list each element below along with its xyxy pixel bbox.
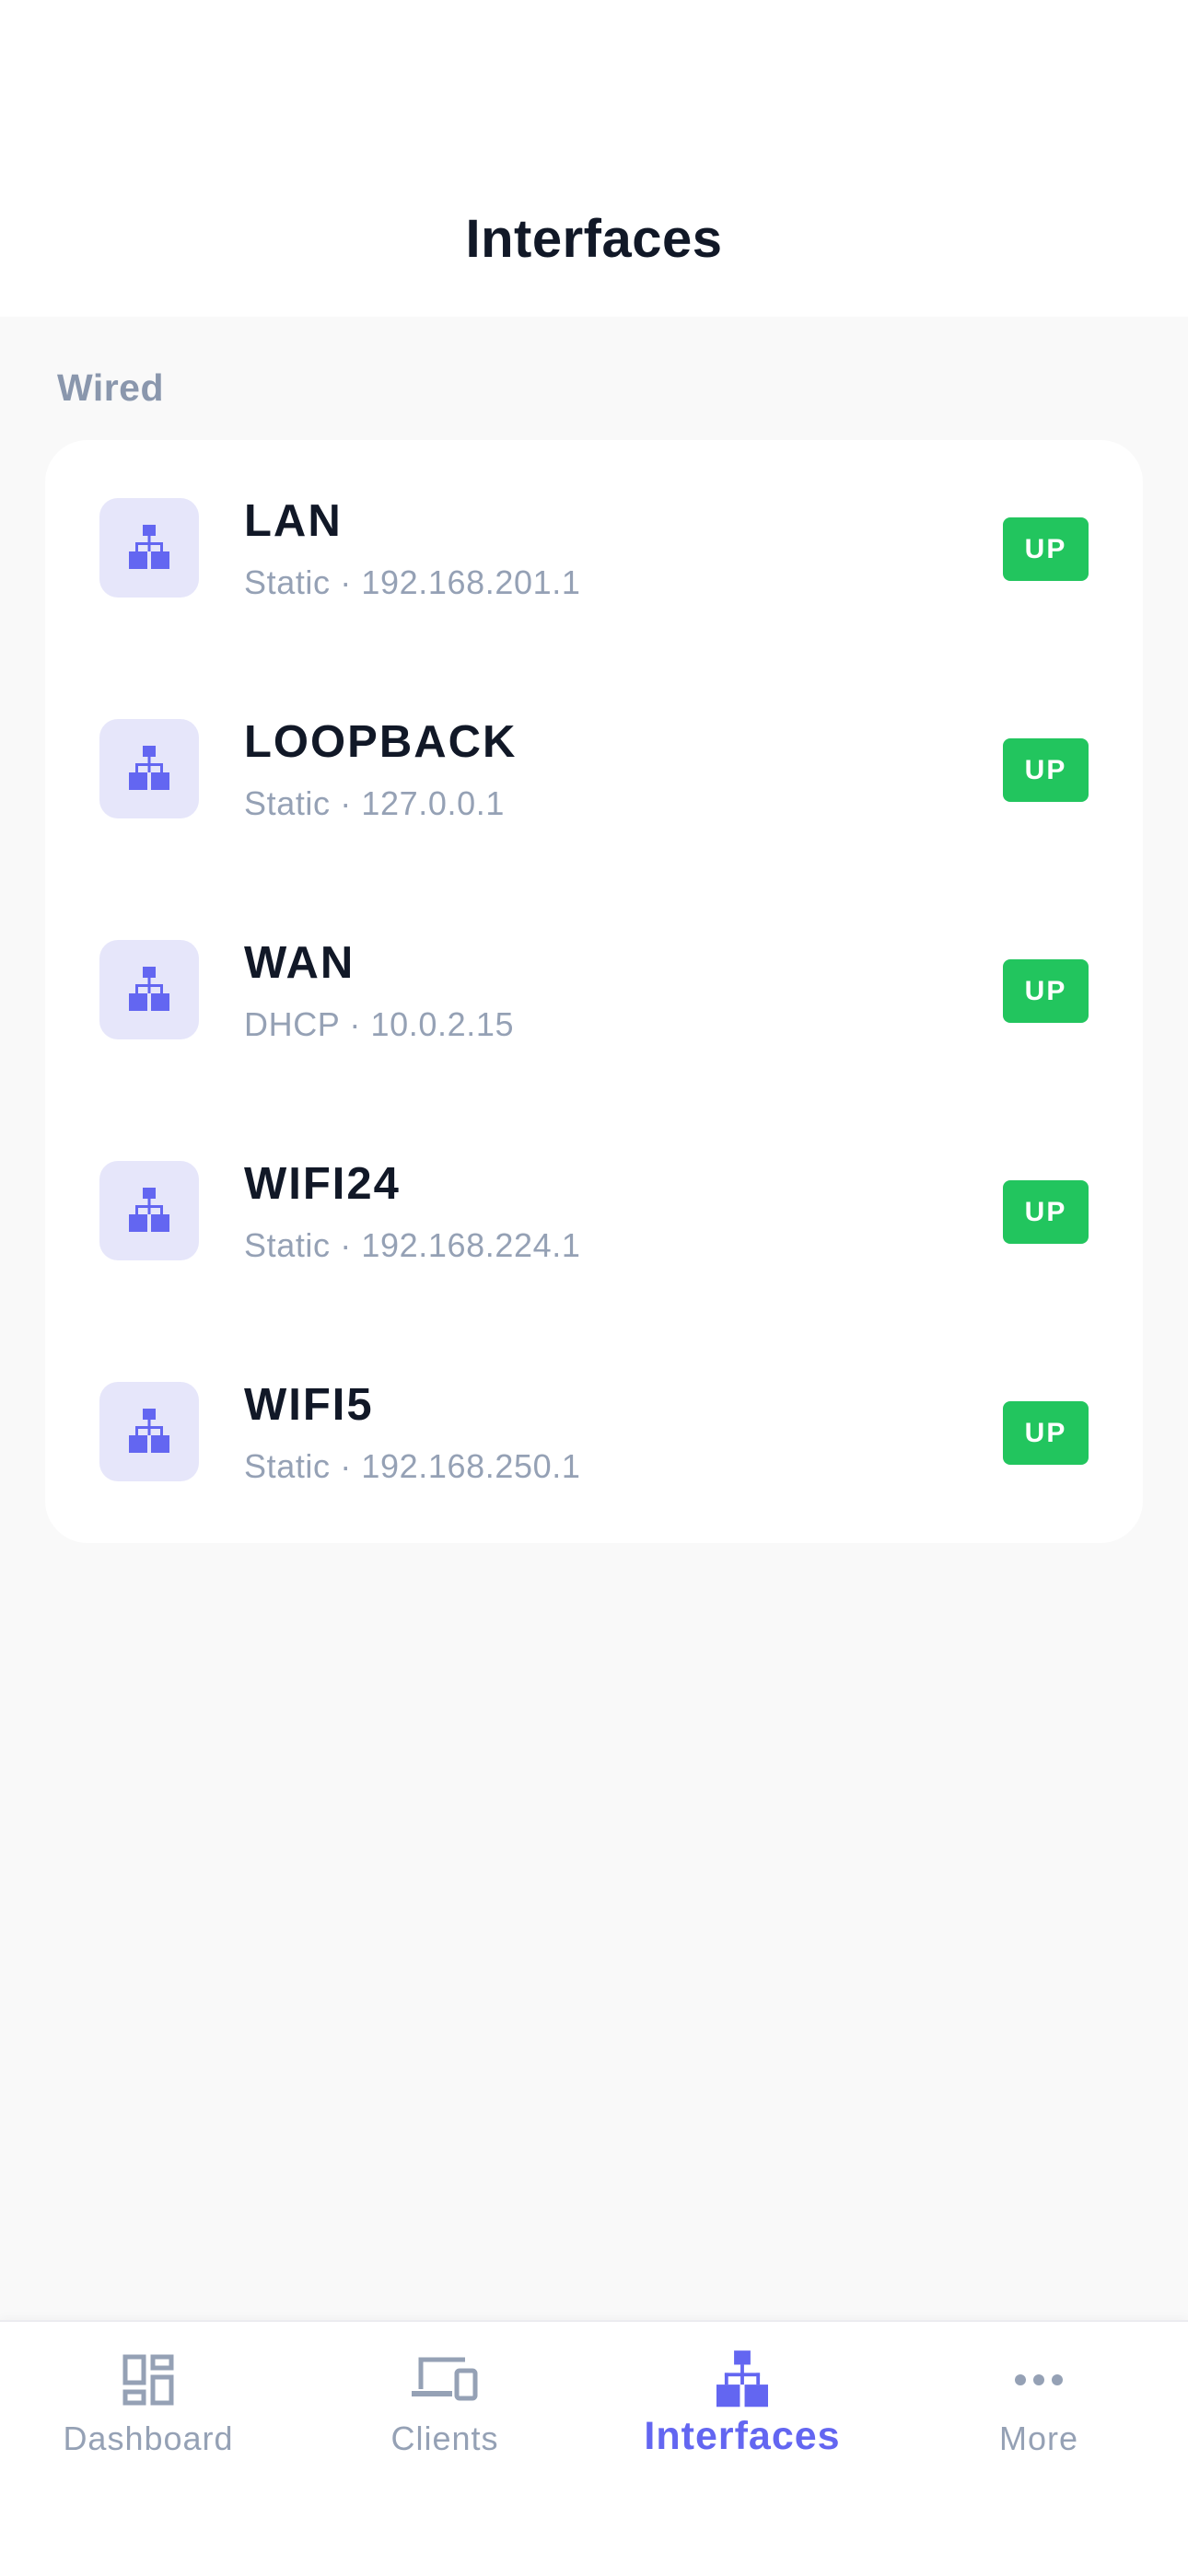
tab-bar: Dashboard Clients Interfaces More xyxy=(0,2320,1188,2576)
status-badge: UP xyxy=(1003,517,1089,581)
interface-name: WIFI24 xyxy=(244,1159,401,1209)
tab-interfaces[interactable]: Interfaces xyxy=(594,2322,891,2506)
interface-row-wan[interactable]: WAN DHCP · 10.0.2.15 UP xyxy=(45,882,1143,1103)
dashboard-icon xyxy=(0,2348,297,2412)
status-badge: UP xyxy=(1003,1180,1089,1244)
interface-detail: Static · 192.168.250.1 xyxy=(244,1447,581,1485)
tab-label: Clients xyxy=(390,2419,499,2457)
header: Interfaces xyxy=(0,0,1188,317)
interface-row-wifi5[interactable]: WIFI5 Static · 192.168.250.1 UP xyxy=(45,1324,1143,1545)
tab-label: Interfaces xyxy=(644,2414,841,2458)
interface-detail: DHCP · 10.0.2.15 xyxy=(244,1005,515,1043)
tab-more[interactable]: More xyxy=(891,2322,1187,2506)
devices-icon xyxy=(297,2348,593,2412)
interface-detail: Static · 192.168.201.1 xyxy=(244,563,581,601)
network-icon xyxy=(99,1161,199,1260)
interface-name: WIFI5 xyxy=(244,1380,374,1430)
network-icon xyxy=(99,498,199,598)
network-icon xyxy=(99,1382,199,1481)
interface-detail: Static · 192.168.224.1 xyxy=(244,1226,581,1264)
page-title: Interfaces xyxy=(465,209,723,269)
network-icon xyxy=(594,2348,891,2412)
status-badge: UP xyxy=(1003,1401,1089,1465)
section-title-wired: Wired xyxy=(57,366,165,409)
interface-row-wifi24[interactable]: WIFI24 Static · 192.168.224.1 UP xyxy=(45,1103,1143,1324)
interfaces-card: LAN Static · 192.168.201.1 UP LOOPBACK S… xyxy=(45,440,1143,1543)
interface-name: LOOPBACK xyxy=(244,717,518,767)
network-icon xyxy=(99,719,199,818)
interface-row-lan[interactable]: LAN Static · 192.168.201.1 UP xyxy=(45,440,1143,661)
status-badge: UP xyxy=(1003,959,1089,1023)
interface-name: WAN xyxy=(244,938,355,988)
status-badge: UP xyxy=(1003,738,1089,802)
more-icon xyxy=(891,2348,1187,2412)
tab-label: Dashboard xyxy=(63,2419,234,2457)
tab-clients[interactable]: Clients xyxy=(297,2322,593,2506)
network-icon xyxy=(99,940,199,1039)
tab-label: More xyxy=(998,2419,1079,2457)
interface-name: LAN xyxy=(244,496,343,546)
interface-row-loopback[interactable]: LOOPBACK Static · 127.0.0.1 UP xyxy=(45,661,1143,882)
interface-detail: Static · 127.0.0.1 xyxy=(244,784,505,822)
tab-dashboard[interactable]: Dashboard xyxy=(0,2322,297,2506)
